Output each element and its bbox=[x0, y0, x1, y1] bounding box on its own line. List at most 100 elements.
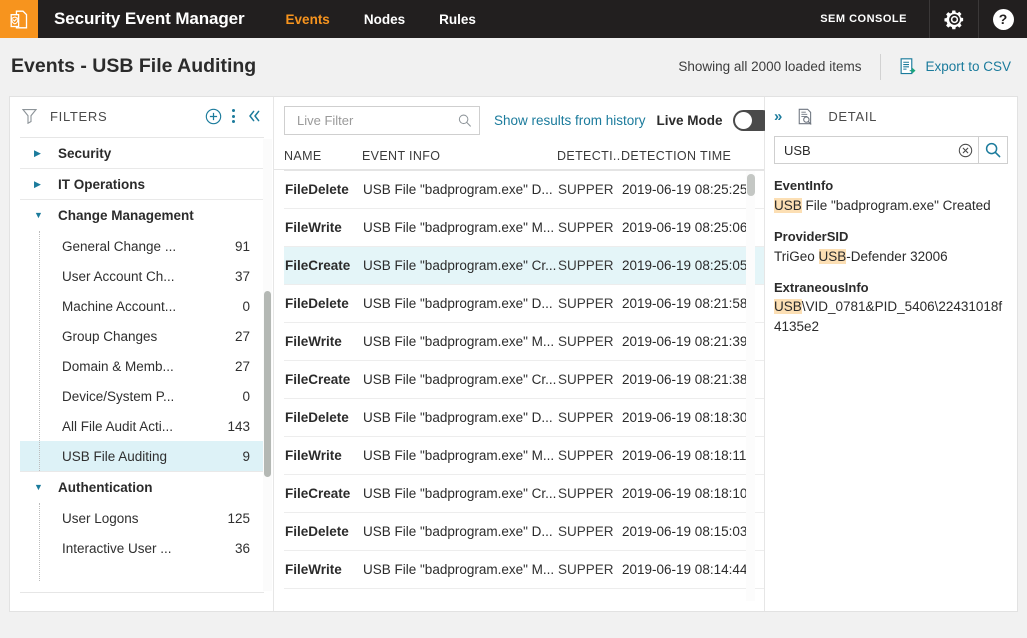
filter-item-interactive-user[interactable]: Interactive User ... 36 bbox=[20, 533, 264, 563]
column-header-detection-time[interactable]: DETECTION TIME bbox=[621, 149, 746, 163]
table-row[interactable]: FileCreate USB File "badprogram.exe" Cr.… bbox=[284, 361, 764, 399]
events-table-scrollbar[interactable] bbox=[746, 171, 755, 601]
cell-name: FileWrite bbox=[285, 220, 363, 235]
cell-detected-by: SUPPER bbox=[558, 334, 622, 349]
filter-group-children-change-management: General Change ... 91 User Account Ch...… bbox=[20, 231, 264, 472]
search-highlight: USB bbox=[774, 299, 802, 314]
loaded-items-status: Showing all 2000 loaded items bbox=[678, 59, 861, 74]
detail-field-value: TriGeo USB-Defender 32006 bbox=[774, 247, 1008, 267]
help-icon: ? bbox=[993, 9, 1014, 30]
filter-group-it-operations[interactable]: ▶ IT Operations bbox=[20, 169, 264, 200]
filter-group-change-management[interactable]: ▼ Change Management bbox=[20, 200, 264, 231]
filters-header-icons bbox=[202, 105, 265, 127]
cell-detection-time: 2019-06-19 08:21:39 bbox=[622, 334, 747, 349]
add-filter-button[interactable] bbox=[202, 105, 224, 127]
cell-name: FileDelete bbox=[285, 410, 363, 425]
cell-name: FileCreate bbox=[285, 372, 363, 387]
events-panel: Show results from history Live Mode NAME… bbox=[274, 97, 765, 611]
collapse-filters-button[interactable] bbox=[243, 105, 265, 127]
filter-group-authentication[interactable]: ▼ Authentication bbox=[20, 472, 264, 503]
filter-item-user-account-changes[interactable]: User Account Ch... 37 bbox=[20, 261, 264, 291]
detail-title: DETAIL bbox=[828, 109, 877, 124]
detail-field-value: USB File "badprogram.exe" Created bbox=[774, 196, 1008, 216]
filter-item-usb-file-auditing[interactable]: USB File Auditing 9 bbox=[20, 441, 264, 471]
table-row[interactable]: FileWrite USB File "badprogram.exe" M...… bbox=[284, 437, 764, 475]
detail-header: » DETAIL bbox=[765, 97, 1017, 135]
table-row[interactable]: FileWrite USB File "badprogram.exe" M...… bbox=[284, 551, 764, 589]
live-filter-input[interactable] bbox=[295, 112, 458, 129]
cell-name: FileCreate bbox=[285, 486, 363, 501]
filters-title: FILTERS bbox=[50, 109, 107, 124]
page-header-actions: Showing all 2000 loaded items Export to … bbox=[678, 54, 1011, 80]
search-icon bbox=[985, 142, 1001, 158]
filter-item-label: Machine Account... bbox=[62, 299, 176, 314]
cell-detection-time: 2019-06-19 08:25:25 bbox=[622, 182, 747, 197]
help-button[interactable]: ? bbox=[979, 0, 1027, 38]
cell-detected-by: SUPPER bbox=[558, 296, 622, 311]
cell-event-info: USB File "badprogram.exe" M... bbox=[363, 448, 558, 463]
table-row[interactable]: FileWrite USB File "badprogram.exe" M...… bbox=[284, 209, 764, 247]
detail-search-box[interactable] bbox=[774, 136, 1008, 164]
table-row[interactable]: FileCreate USB File "badprogram.exe" Cr.… bbox=[284, 247, 764, 285]
filters-scroll-content: ▶ Security ▶ IT Operations ▼ Change Mana… bbox=[20, 138, 264, 593]
top-navigation-bar: Security Event Manager Events Nodes Rule… bbox=[0, 0, 1027, 38]
filters-scrollbar-thumb[interactable] bbox=[264, 291, 271, 477]
column-header-event-info[interactable]: EVENT INFO bbox=[362, 149, 557, 163]
detail-search-input[interactable] bbox=[775, 137, 953, 163]
filter-item-group-changes[interactable]: Group Changes 27 bbox=[20, 321, 264, 351]
filter-item-machine-account[interactable]: Machine Account... 0 bbox=[20, 291, 264, 321]
chevron-right-icon: ▶ bbox=[34, 149, 48, 158]
filter-item-domain-membership[interactable]: Domain & Memb... 27 bbox=[20, 351, 264, 381]
search-highlight: USB bbox=[819, 249, 847, 264]
clear-detail-search-button[interactable] bbox=[953, 137, 978, 163]
table-row[interactable]: FileDelete USB File "badprogram.exe" D..… bbox=[284, 285, 764, 323]
detail-search-button[interactable] bbox=[978, 137, 1007, 163]
cell-detection-time: 2019-06-19 08:25:05 bbox=[622, 258, 747, 273]
nav-item-nodes[interactable]: Nodes bbox=[347, 12, 422, 27]
filter-group-children-authentication: User Logons 125 Interactive User ... 36 bbox=[20, 503, 264, 581]
events-table-header: NAME EVENT INFO DETECTI... DETECTION TIM… bbox=[274, 143, 764, 170]
filter-group-label: IT Operations bbox=[58, 177, 145, 192]
nav-item-rules[interactable]: Rules bbox=[422, 12, 493, 27]
filters-scrollbar[interactable] bbox=[263, 139, 272, 591]
column-header-detected-by[interactable]: DETECTI... bbox=[557, 149, 621, 163]
nav-item-events[interactable]: Events bbox=[269, 12, 347, 27]
top-nav-right-actions: SEM CONSOLE ? bbox=[798, 0, 1027, 38]
filter-item-user-logons[interactable]: User Logons 125 bbox=[20, 503, 264, 533]
filter-item-label: All File Audit Acti... bbox=[62, 419, 173, 434]
table-row[interactable]: FileCreate USB File "badprogram.exe" Cr.… bbox=[284, 475, 764, 513]
filter-item-device-system-policy[interactable]: Device/System P... 0 bbox=[20, 381, 264, 411]
events-table-scrollbar-thumb[interactable] bbox=[747, 174, 755, 196]
table-row[interactable]: FileWrite USB File "badprogram.exe" M...… bbox=[284, 323, 764, 361]
export-to-csv-button[interactable]: Export to CSV bbox=[900, 58, 1011, 76]
live-mode-toggle-knob bbox=[735, 112, 752, 129]
cell-event-info: USB File "badprogram.exe" M... bbox=[363, 334, 558, 349]
filters-more-button[interactable] bbox=[226, 109, 241, 123]
live-filter-box[interactable] bbox=[284, 106, 480, 135]
cell-event-info: USB File "badprogram.exe" Cr... bbox=[363, 258, 558, 273]
more-vertical-icon-dot3 bbox=[232, 120, 235, 123]
filter-group-security[interactable]: ▶ Security bbox=[20, 138, 264, 169]
table-row[interactable]: FileDelete USB File "badprogram.exe" D..… bbox=[284, 513, 764, 551]
sem-console-button[interactable]: SEM CONSOLE bbox=[798, 13, 929, 25]
cell-detected-by: SUPPER bbox=[558, 258, 622, 273]
gear-icon bbox=[943, 8, 966, 31]
settings-button[interactable] bbox=[930, 0, 978, 38]
app-logo[interactable] bbox=[0, 0, 38, 38]
filter-item-general-change[interactable]: General Change ... 91 bbox=[20, 231, 264, 261]
column-header-name[interactable]: NAME bbox=[284, 149, 362, 163]
expand-detail-button[interactable]: » bbox=[774, 109, 782, 124]
cell-detected-by: SUPPER bbox=[558, 372, 622, 387]
cell-name: FileWrite bbox=[285, 334, 363, 349]
filter-item-all-file-audit-activity[interactable]: All File Audit Acti... 143 bbox=[20, 411, 264, 441]
cell-event-info: USB File "badprogram.exe" D... bbox=[363, 524, 558, 539]
filters-tree[interactable]: ▶ Security ▶ IT Operations ▼ Change Mana… bbox=[20, 137, 264, 593]
cell-detection-time: 2019-06-19 08:21:38 bbox=[622, 372, 747, 387]
show-results-from-history-link[interactable]: Show results from history bbox=[494, 113, 646, 128]
table-row[interactable]: FileDelete USB File "badprogram.exe" D..… bbox=[284, 171, 764, 209]
cell-detection-time: 2019-06-19 08:14:44 bbox=[622, 562, 747, 577]
search-icon[interactable] bbox=[458, 113, 472, 128]
chevron-double-left-icon bbox=[246, 109, 262, 123]
detail-field-providersid: ProviderSID TriGeo USB-Defender 32006 bbox=[774, 228, 1008, 267]
table-row[interactable]: FileDelete USB File "badprogram.exe" D..… bbox=[284, 399, 764, 437]
